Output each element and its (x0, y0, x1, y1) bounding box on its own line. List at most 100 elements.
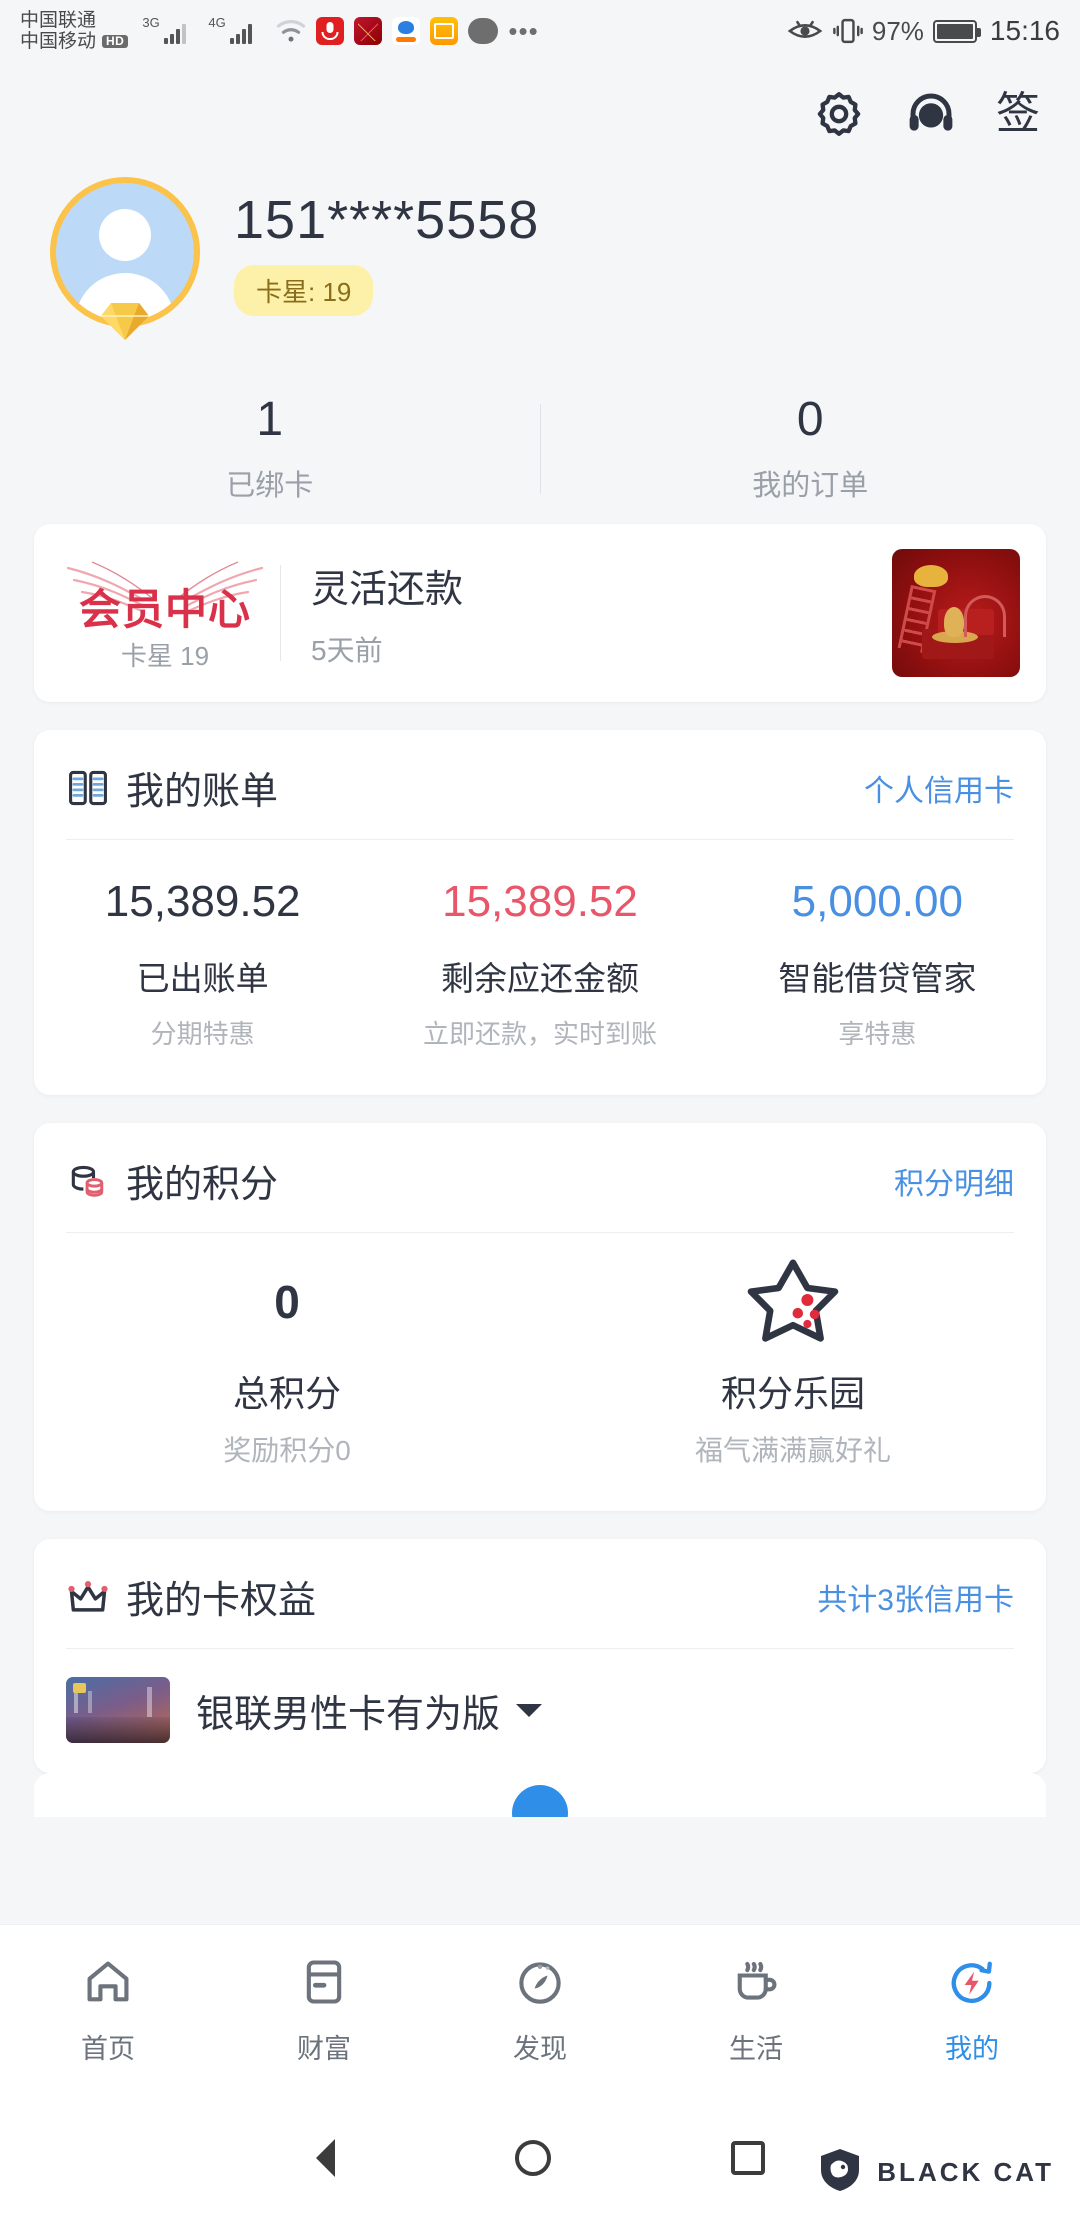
vip-block[interactable]: 会员中心 卡星 19 (60, 554, 270, 673)
my-card-benefits-title: 我的卡权益 (126, 1580, 317, 1623)
headset-icon[interactable] (904, 87, 958, 141)
member-item-time: 5天前 (311, 634, 383, 666)
eye-care-icon (786, 18, 824, 44)
watermark-label: BLACK CAT (877, 2157, 1054, 2187)
next-card-peek (34, 1773, 1046, 1818)
hd-badge: HD (102, 34, 129, 49)
points-total-column[interactable]: 0 总积分 奖励积分0 (34, 1267, 540, 1469)
my-points-card: 我的积分 积分明细 0 总积分 奖励积分0 积分乐园 福气满满赢好礼 (34, 1123, 1046, 1512)
phone-screen: 中国联通 中国移动 HD 3G 4G ••• 97% 15:16 签 151**… (0, 0, 1080, 2220)
nav-item-home[interactable]: 首页 (0, 1956, 216, 2066)
points-total-label: 总积分 (232, 1373, 341, 1415)
signal-3g-icon: 3G (142, 15, 194, 44)
total-credit-cards-link[interactable]: 共计3张信用卡 (817, 1575, 1014, 1619)
points-park-label: 积分乐园 (720, 1373, 865, 1415)
my-bill-title: 我的账单 (126, 771, 279, 813)
bill-column-loan-manager[interactable]: 5,000.00 智能借贷管家 享特惠 (709, 877, 1046, 1051)
gear-icon[interactable] (812, 87, 866, 141)
crown-icon (66, 1575, 110, 1619)
member-center-card[interactable]: 会员中心 卡星 19 灵活还款 5天前 (34, 524, 1046, 702)
vip-title-label: 会员中心 (78, 585, 251, 633)
status-bar-left: 中国联通 中国移动 HD 3G 4G ••• (20, 10, 539, 53)
nav-item-mine[interactable]: 我的 (864, 1956, 1080, 2066)
coins-icon (66, 1159, 110, 1203)
ledger-icon (66, 766, 110, 810)
my-card-benefits-card: 我的卡权益 共计3张信用卡 银联男性卡有为版 (34, 1539, 1046, 1774)
bill-amount-label: 已出账单 (136, 960, 269, 998)
network-type-4g-label: 4G (208, 15, 226, 30)
caret-down-icon[interactable] (516, 1703, 543, 1717)
nav-item-wealth[interactable]: 财富 (216, 1956, 432, 2066)
nav-item-life[interactable]: 生活 (648, 1956, 864, 2066)
bolt-icon (946, 1956, 998, 2013)
my-points-header: 我的积分 积分明细 (34, 1123, 1046, 1232)
nav-label: 生活 (729, 2033, 783, 2064)
nav-item-discover[interactable]: 发现 (432, 1956, 648, 2066)
baidu-app-icon (392, 17, 421, 45)
promo-circle-icon (512, 1785, 568, 1818)
star-level-badge[interactable]: 卡星: 19 (234, 264, 374, 316)
stat-value: 1 (256, 392, 284, 446)
points-park-column[interactable]: 积分乐园 福气满满赢好礼 (540, 1259, 1046, 1469)
home-icon (82, 1956, 134, 2013)
voice-app-icon (316, 17, 345, 45)
personal-credit-card-link[interactable]: 个人信用卡 (864, 766, 1014, 810)
battery-icon (932, 19, 981, 43)
stats-row: 1 已绑卡 0 我的订单 (0, 374, 1080, 524)
bill-column-remaining[interactable]: 15,389.52 剩余应还金额 立即还款，实时到账 (371, 877, 708, 1051)
stat-label: 我的订单 (752, 470, 869, 503)
mail-app-icon (430, 17, 459, 45)
home-circle-icon[interactable] (514, 2140, 551, 2176)
card-icon (298, 1956, 350, 2013)
member-item[interactable]: 灵活还款 5天前 (311, 558, 892, 669)
watermark: BLACK CAT (817, 2147, 1054, 2198)
back-triangle-icon[interactable] (315, 2139, 335, 2177)
my-card-benefits-header: 我的卡权益 共计3张信用卡 (34, 1539, 1046, 1648)
stat-bound-cards[interactable]: 1 已绑卡 (0, 392, 540, 505)
points-total-sub: 奖励积分0 (223, 1435, 351, 1467)
profile-info: 151****5558 卡星: 19 (234, 189, 539, 316)
points-detail-link[interactable]: 积分明细 (894, 1159, 1014, 1203)
header-actions: 签 (0, 62, 1080, 148)
chat-app-icon (468, 18, 499, 44)
carrier-info: 中国联通 中国移动 HD (20, 9, 129, 53)
nav-label: 发现 (513, 2033, 567, 2064)
nav-label: 财富 (297, 2033, 351, 2064)
bill-column-statement[interactable]: 15,389.52 已出账单 分期特惠 (34, 877, 371, 1051)
vip-level-label: 卡星 19 (120, 640, 210, 671)
bill-amount-value: 5,000.00 (791, 877, 963, 926)
points-row: 0 总积分 奖励积分0 积分乐园 福气满满赢好礼 (34, 1233, 1046, 1511)
credit-card-row[interactable]: 银联男性卡有为版 (34, 1649, 1046, 1773)
stat-value: 0 (796, 392, 824, 446)
more-notifications-icon: ••• (508, 16, 539, 46)
stat-label: 已绑卡 (226, 470, 314, 503)
promo-thumbnail[interactable] (892, 549, 1020, 677)
my-points-title: 我的积分 (126, 1164, 279, 1207)
points-total-value: 0 (274, 1276, 300, 1329)
cup-icon (730, 1956, 782, 2013)
bill-amount-label: 智能借贷管家 (778, 960, 977, 998)
carrier-primary-label: 中国联通 (20, 9, 97, 31)
credit-card-name-label: 银联男性卡有为版 (196, 1693, 501, 1736)
my-bill-card: 我的账单 个人信用卡 15,389.52 已出账单 分期特惠 15,389.52… (34, 730, 1046, 1096)
sign-in-button[interactable]: 签 (996, 92, 1040, 136)
vibrate-icon (833, 16, 863, 46)
status-bar-right: 97% 15:16 (786, 15, 1060, 47)
profile-section: 151****5558 卡星: 19 (0, 148, 1080, 340)
black-cat-logo (817, 2147, 863, 2198)
signal-4g-icon: 4G (208, 15, 266, 44)
battery-percent-label: 97% (871, 15, 924, 46)
stat-my-orders[interactable]: 0 我的订单 (541, 392, 1080, 505)
video-app-icon (354, 17, 383, 45)
compass-icon (514, 1956, 566, 2013)
bill-amount-label: 剩余应还金额 (440, 960, 639, 998)
points-park-sub: 福气满满赢好礼 (694, 1435, 891, 1467)
avatar[interactable] (50, 177, 200, 340)
bill-amount-sub: 享特惠 (838, 1019, 917, 1050)
recents-square-icon[interactable] (730, 2141, 765, 2175)
member-item-title: 灵活还款 (311, 568, 464, 611)
phone-number-label: 151****5558 (234, 189, 540, 250)
bill-amount-row: 15,389.52 已出账单 分期特惠 15,389.52 剩余应还金额 立即还… (34, 840, 1046, 1095)
bottom-navigation: 首页 财富 发现 生活 我的 (0, 1924, 1080, 2096)
bill-amount-sub: 分期特惠 (150, 1019, 255, 1050)
